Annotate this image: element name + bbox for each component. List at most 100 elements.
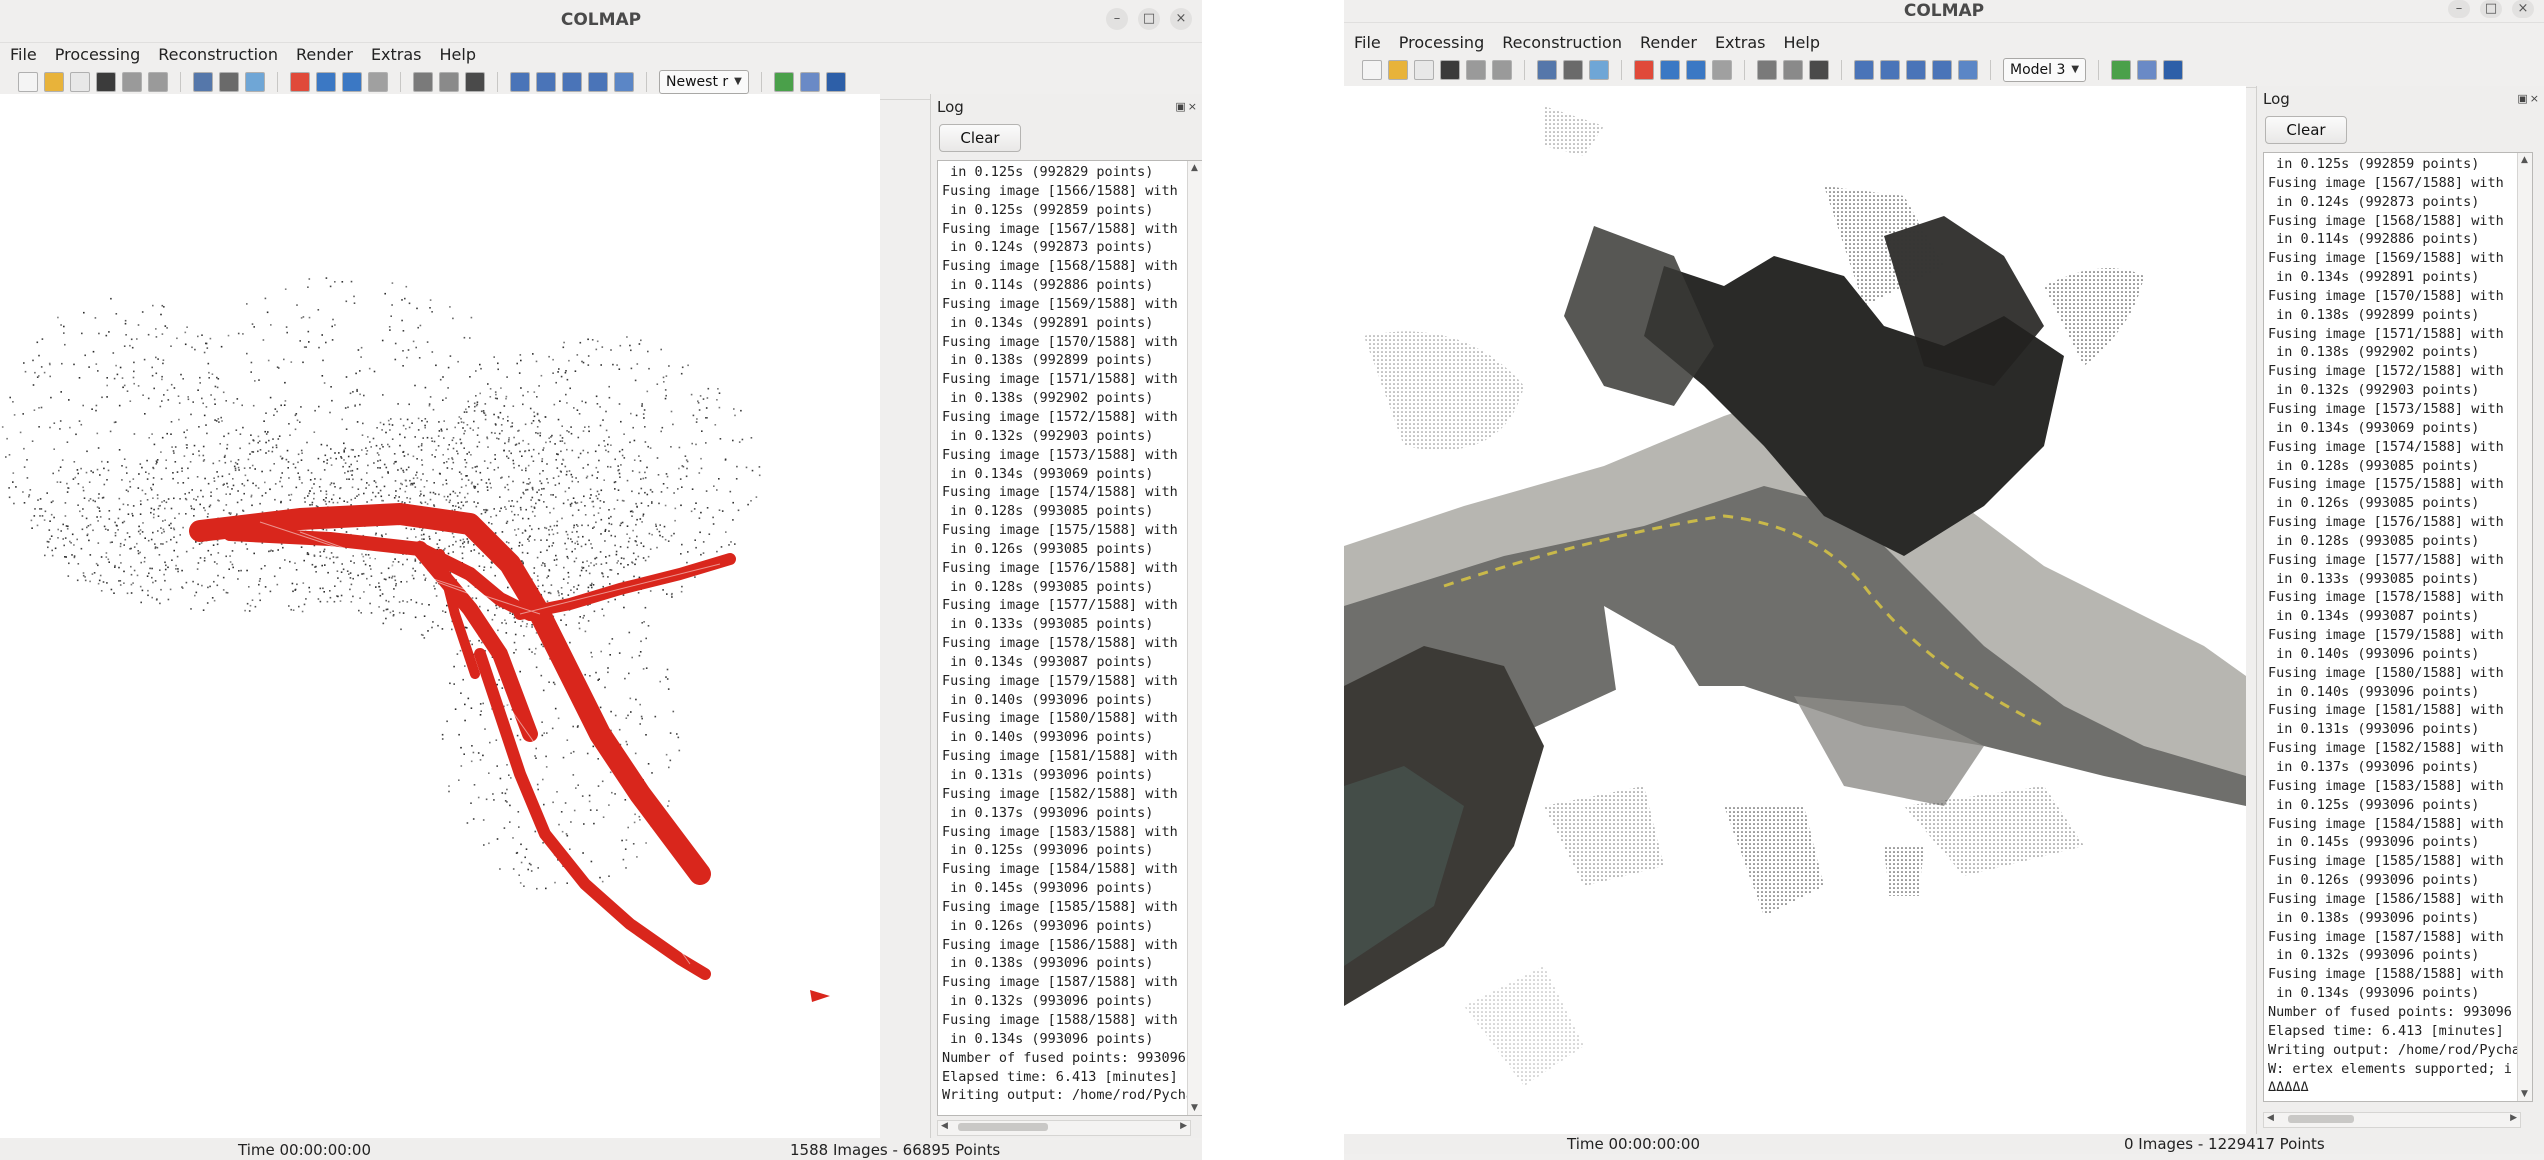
menu-render[interactable]: Render — [1640, 33, 1697, 52]
menu-processing[interactable]: Processing — [1399, 33, 1484, 52]
maximize-button[interactable]: □ — [2480, 0, 2502, 18]
reset-view-icon[interactable] — [562, 72, 582, 92]
reconstruction-stats-icon[interactable] — [773, 72, 794, 92]
open-project-icon[interactable] — [1388, 60, 1408, 80]
database-icon[interactable] — [1589, 60, 1609, 80]
point — [311, 501, 314, 504]
title-bar[interactable]: COLMAP – □ × — [0, 0, 1202, 43]
log-output[interactable]: in 0.125s (992859 points) Fusing image [… — [2263, 152, 2533, 1102]
model-select[interactable]: Model 3 ▼ — [2003, 58, 2087, 82]
grab-movie-icon[interactable] — [614, 72, 634, 92]
reset-view-icon[interactable] — [1906, 60, 1926, 80]
export-model-icon[interactable] — [148, 72, 168, 92]
save-project-icon[interactable] — [96, 72, 116, 92]
reconstruction-stats-icon[interactable] — [2111, 60, 2132, 80]
point — [363, 591, 365, 593]
minimize-button[interactable]: – — [2448, 0, 2470, 18]
save-project-icon[interactable] — [1440, 60, 1460, 80]
point — [609, 466, 612, 468]
log-icon[interactable] — [825, 72, 846, 92]
close-button[interactable]: × — [1170, 8, 1192, 30]
import-model-icon[interactable] — [122, 72, 142, 92]
new-project-icon[interactable] — [1362, 60, 1382, 80]
new-project-icon[interactable] — [18, 72, 38, 92]
zoom-out-icon[interactable] — [1880, 60, 1900, 80]
render-options-icon[interactable] — [465, 72, 485, 92]
log-icon[interactable] — [2163, 60, 2184, 80]
step-icon[interactable] — [342, 72, 362, 92]
grab-movie-icon[interactable] — [1958, 60, 1978, 80]
log-horizontal-scrollbar[interactable]: ◀ ▶ — [937, 1120, 1191, 1136]
start-reconstruction-icon[interactable] — [1634, 60, 1654, 80]
point — [668, 365, 670, 367]
maximize-button[interactable]: □ — [1138, 8, 1160, 30]
feature-matching-icon[interactable] — [219, 72, 239, 92]
log-vertical-scrollbar[interactable]: ▲ ▼ — [2517, 153, 2532, 1101]
3d-viewport[interactable] — [1344, 86, 2246, 1134]
point — [58, 469, 60, 472]
model-select[interactable]: Newest r ▼ — [659, 70, 749, 94]
menu-file[interactable]: File — [10, 45, 37, 64]
point — [507, 586, 509, 589]
feature-extraction-icon[interactable] — [193, 72, 213, 92]
match-matrix-icon[interactable] — [2137, 60, 2158, 80]
open-project-icon[interactable] — [44, 72, 64, 92]
zoom-in-icon[interactable] — [1854, 60, 1874, 80]
menu-extras[interactable]: Extras — [371, 45, 422, 64]
point — [463, 336, 466, 339]
zoom-out-icon[interactable] — [536, 72, 556, 92]
log-horizontal-scrollbar[interactable]: ◀ ▶ — [2263, 1112, 2521, 1128]
dense-reconstruction-icon[interactable] — [439, 72, 459, 92]
menu-processing[interactable]: Processing — [55, 45, 140, 64]
point — [728, 544, 730, 546]
menu-extras[interactable]: Extras — [1715, 33, 1766, 52]
point — [130, 573, 133, 576]
point — [516, 362, 518, 365]
point — [225, 493, 227, 495]
point — [607, 465, 609, 468]
edit-project-icon[interactable] — [1414, 60, 1434, 80]
edit-project-icon[interactable] — [70, 72, 90, 92]
log-vertical-scrollbar[interactable]: ▲ ▼ — [1187, 161, 1202, 1115]
title-bar[interactable]: COLMAP – □ × — [1344, 0, 2544, 23]
menu-help[interactable]: Help — [1784, 33, 1820, 52]
menu-file[interactable]: File — [1354, 33, 1381, 52]
point — [555, 496, 557, 498]
menu-help[interactable]: Help — [440, 45, 476, 64]
match-matrix-icon[interactable] — [799, 72, 820, 92]
feature-matching-icon[interactable] — [1563, 60, 1583, 80]
import-model-icon[interactable] — [1466, 60, 1486, 80]
play-icon[interactable] — [1660, 60, 1680, 80]
dock-controls[interactable]: ▣× — [2517, 92, 2541, 105]
play-icon[interactable] — [316, 72, 336, 92]
bundle-adjustment-icon[interactable] — [413, 72, 433, 92]
zoom-in-icon[interactable] — [510, 72, 530, 92]
bundle-adjustment-icon[interactable] — [1757, 60, 1777, 80]
3d-viewport[interactable] — [0, 94, 880, 1138]
point — [242, 510, 245, 512]
menu-reconstruction[interactable]: Reconstruction — [1502, 33, 1622, 52]
dense-reconstruction-icon[interactable] — [1783, 60, 1803, 80]
point — [121, 479, 123, 481]
menu-reconstruction[interactable]: Reconstruction — [158, 45, 278, 64]
grab-image-icon[interactable] — [1932, 60, 1952, 80]
clear-log-button[interactable]: Clear — [939, 124, 1021, 152]
feature-extraction-icon[interactable] — [1537, 60, 1557, 80]
pause-icon[interactable] — [368, 72, 388, 92]
log-output[interactable]: in 0.125s (992829 points) Fusing image [… — [937, 160, 1202, 1116]
export-model-icon[interactable] — [1492, 60, 1512, 80]
point — [322, 587, 324, 590]
menu-render[interactable]: Render — [296, 45, 353, 64]
point — [467, 400, 469, 403]
step-icon[interactable] — [1686, 60, 1706, 80]
point — [503, 449, 505, 452]
pause-icon[interactable] — [1712, 60, 1732, 80]
minimize-button[interactable]: – — [1106, 8, 1128, 30]
close-button[interactable]: × — [2512, 0, 2534, 18]
render-options-icon[interactable] — [1809, 60, 1829, 80]
grab-image-icon[interactable] — [588, 72, 608, 92]
database-icon[interactable] — [245, 72, 265, 92]
dock-controls[interactable]: ▣× — [1175, 100, 1199, 113]
clear-log-button[interactable]: Clear — [2265, 116, 2347, 144]
start-reconstruction-icon[interactable] — [290, 72, 310, 92]
